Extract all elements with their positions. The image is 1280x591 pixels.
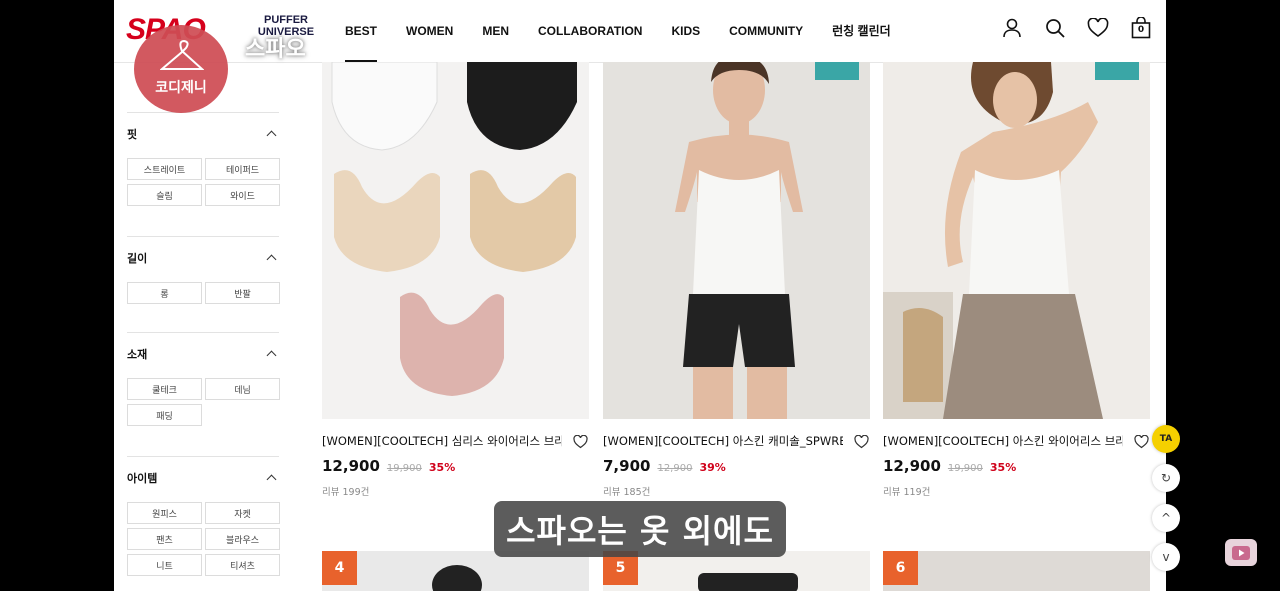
- header-icons: 0: [1001, 17, 1152, 39]
- filter-title: 소재: [127, 348, 148, 361]
- filter-option[interactable]: 블라우스: [205, 528, 280, 550]
- review-count: 리뷰 185건: [603, 487, 651, 498]
- chat-icon: TA: [1159, 434, 1173, 444]
- filter-fit-header[interactable]: 핏: [127, 126, 279, 142]
- cart-count: 0: [1137, 25, 1145, 35]
- nav-community[interactable]: COMMUNITY: [729, 0, 803, 62]
- cooltech-tag: [815, 62, 859, 80]
- search-icon[interactable]: [1044, 17, 1066, 39]
- nav-men[interactable]: MEN: [482, 0, 509, 62]
- filter-option[interactable]: 자켓: [205, 502, 280, 524]
- filter-title: 길이: [127, 252, 148, 265]
- discount-rate: 35%: [989, 461, 1017, 474]
- scroll-down-button[interactable]: v: [1152, 543, 1180, 571]
- sale-price: 12,900: [322, 457, 380, 475]
- nav-collaboration[interactable]: COLLABORATION: [538, 0, 642, 62]
- rank-badge: 6: [883, 551, 918, 585]
- sale-price: 12,900: [883, 457, 941, 475]
- product-card-next[interactable]: 4: [322, 551, 589, 591]
- product-image-camisole[interactable]: [603, 62, 870, 419]
- chevron-down-icon: v: [1162, 550, 1170, 564]
- kakao-chat-button[interactable]: TA: [1152, 425, 1180, 453]
- filter-option[interactable]: 원피스: [127, 502, 202, 524]
- filter-title: 아이템: [127, 472, 158, 485]
- filter-option[interactable]: 패딩: [127, 404, 202, 426]
- product-card[interactable]: [WOMEN][COOLTECH] 아스킨 와이어리스 브라 12,900 19…: [883, 62, 1150, 498]
- filter-option[interactable]: 테이퍼드: [205, 158, 280, 180]
- discount-rate: 35%: [428, 461, 456, 474]
- filter-length-header[interactable]: 길이: [127, 250, 279, 266]
- play-icon: [1232, 545, 1250, 560]
- channel-watermark-badge: 코디제니: [134, 25, 228, 113]
- filter-fit: 핏 스트레이트 테이퍼드 슬림 와이드: [127, 112, 280, 206]
- wishlist-heart-icon[interactable]: [854, 434, 869, 453]
- badge-label: 코디제니: [155, 80, 207, 96]
- filter-option[interactable]: 니트: [127, 554, 202, 576]
- chevron-up-icon: [266, 130, 277, 141]
- filter-option[interactable]: 팬츠: [127, 528, 202, 550]
- product-image-bras[interactable]: [322, 62, 589, 419]
- heart-icon[interactable]: [1087, 17, 1109, 39]
- main-nav: BEST WOMEN MEN COLLABORATION KIDS COMMUN…: [345, 0, 920, 62]
- review-count: 리뷰 119건: [883, 487, 931, 498]
- filter-option[interactable]: 스트레이트: [127, 158, 202, 180]
- chevron-up-icon: ^: [1160, 511, 1172, 525]
- filter-option[interactable]: 와이드: [205, 184, 280, 206]
- filter-material: 소재 쿨테크 데님 패딩: [127, 332, 280, 426]
- filter-option[interactable]: 슬림: [127, 184, 202, 206]
- product-name[interactable]: [WOMEN][COOLTECH] 아스킨 캐미솔_SPWRE: [603, 433, 843, 449]
- nav-launch-calendar[interactable]: 런칭 캘린더: [832, 0, 891, 62]
- cooltech-tag: [1095, 62, 1139, 80]
- scroll-top-button[interactable]: ^: [1152, 504, 1180, 532]
- video-subtitle: 스파오는 옷 외에도: [494, 501, 786, 557]
- filter-option[interactable]: 롱: [127, 282, 202, 304]
- nav-best[interactable]: BEST: [345, 0, 378, 62]
- filter-option[interactable]: 데님: [205, 378, 280, 400]
- original-price: 19,900: [386, 463, 422, 474]
- filter-option[interactable]: 반팔: [205, 282, 280, 304]
- sub-brand-line1: PUFFER: [264, 14, 308, 26]
- filter-length: 길이 롱 반팔: [127, 236, 280, 304]
- product-card[interactable]: [WOMEN][COOLTECH] 아스킨 캐미솔_SPWRE 7,900 12…: [603, 62, 870, 498]
- chevron-up-icon: [266, 350, 277, 361]
- sale-price: 7,900: [603, 457, 651, 475]
- overlay-text: 스파오: [245, 37, 306, 62]
- hanger-icon: [160, 39, 204, 70]
- review-count: 리뷰 199건: [322, 487, 370, 498]
- product-card-next[interactable]: 5: [603, 551, 870, 591]
- rank-badge: 4: [322, 551, 357, 585]
- user-icon[interactable]: [1001, 17, 1023, 39]
- product-image-bra-top[interactable]: [883, 62, 1150, 419]
- filter-material-header[interactable]: 소재: [127, 346, 279, 362]
- filter-item-header[interactable]: 아이템: [127, 470, 279, 486]
- wishlist-heart-icon[interactable]: [573, 434, 588, 453]
- chevron-up-icon: [266, 254, 277, 265]
- chevron-up-icon: [266, 474, 277, 485]
- product-name[interactable]: [WOMEN][COOLTECH] 심리스 와이어리스 브라: [322, 433, 562, 449]
- filter-option[interactable]: 쿨테크: [127, 378, 202, 400]
- refresh-button[interactable]: ↻: [1152, 464, 1180, 492]
- video-player-button[interactable]: [1225, 539, 1257, 566]
- refresh-icon: ↻: [1160, 471, 1172, 485]
- nav-women[interactable]: WOMEN: [406, 0, 453, 62]
- product-name[interactable]: [WOMEN][COOLTECH] 아스킨 와이어리스 브라: [883, 433, 1123, 449]
- original-price: 12,900: [657, 463, 693, 474]
- cart-icon[interactable]: 0: [1130, 17, 1152, 39]
- filter-item: 아이템 원피스 자켓 팬츠 블라우스 니트 티셔츠: [127, 456, 280, 576]
- wishlist-heart-icon[interactable]: [1134, 434, 1149, 453]
- filter-title: 핏: [127, 128, 138, 141]
- discount-rate: 39%: [699, 461, 726, 474]
- nav-kids[interactable]: KIDS: [671, 0, 700, 62]
- filter-option[interactable]: 티셔츠: [205, 554, 280, 576]
- original-price: 19,900: [947, 463, 983, 474]
- product-card[interactable]: [WOMEN][COOLTECH] 심리스 와이어리스 브라 12,900 19…: [322, 62, 589, 498]
- product-card-next[interactable]: 6: [883, 551, 1150, 591]
